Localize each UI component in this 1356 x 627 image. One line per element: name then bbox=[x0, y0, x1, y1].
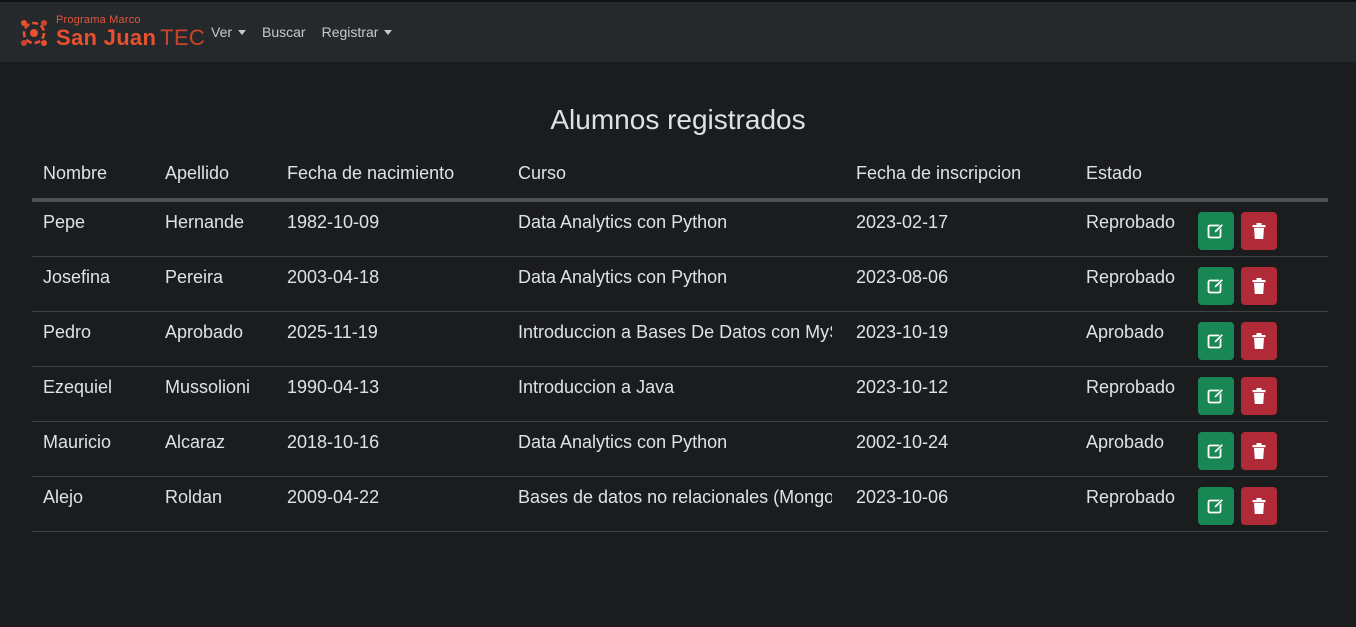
brand-title: San Juan TEC bbox=[56, 27, 205, 49]
edit-button[interactable] bbox=[1198, 487, 1234, 525]
pencil-square-icon bbox=[1207, 278, 1224, 294]
cell-fecha-nacimiento: 2025-11-19 bbox=[287, 322, 378, 342]
table-header: Nombre Apellido Fecha de nacimiento Curs… bbox=[32, 150, 1328, 202]
cell-nombre: Josefina bbox=[43, 267, 111, 287]
header-nombre: Nombre bbox=[43, 163, 108, 183]
brand-logo-link[interactable]: Programa Marco San Juan TEC bbox=[18, 15, 205, 51]
header-fecha-inscripcion: Fecha de inscripcion bbox=[856, 163, 1022, 183]
cell-apellido: Hernande bbox=[165, 212, 245, 232]
pencil-square-icon bbox=[1207, 388, 1224, 404]
trash-icon bbox=[1252, 333, 1266, 349]
delete-button[interactable] bbox=[1241, 322, 1277, 360]
edit-button[interactable] bbox=[1198, 212, 1234, 250]
header-estado: Estado bbox=[1086, 163, 1143, 183]
cell-curso: Bases de datos no relacionales (MongoI bbox=[518, 487, 832, 507]
header-curso: Curso bbox=[518, 163, 567, 183]
header-fecha-nacimiento: Fecha de nacimiento bbox=[287, 163, 455, 183]
nav-buscar-link[interactable]: Buscar bbox=[262, 24, 306, 40]
edit-button[interactable] bbox=[1198, 377, 1234, 415]
cell-estado: Reprobado bbox=[1086, 267, 1176, 287]
cell-fecha-nacimiento: 2009-04-22 bbox=[287, 487, 380, 507]
delete-button[interactable] bbox=[1241, 487, 1277, 525]
brand-logo-icon bbox=[21, 20, 47, 46]
cell-fecha-nacimiento: 2018-10-16 bbox=[287, 432, 380, 452]
brand-title-tec: TEC bbox=[160, 25, 206, 50]
brand-title-main: San Juan bbox=[56, 25, 157, 50]
delete-button[interactable] bbox=[1241, 432, 1277, 470]
cell-fecha-inscripcion: 2023-10-12 bbox=[856, 377, 949, 397]
cell-nombre: Pepe bbox=[43, 212, 86, 232]
cell-curso: Data Analytics con Python bbox=[518, 212, 728, 232]
table-row: Pedro Aprobado 2025-11-19 Introduccion a… bbox=[32, 312, 1328, 367]
nav-registrar-dropdown[interactable]: Registrar bbox=[322, 24, 393, 40]
caret-down-icon bbox=[384, 29, 393, 35]
cell-curso: Introduccion a Bases De Datos con MyS bbox=[518, 322, 832, 342]
cell-apellido: Aprobado bbox=[165, 322, 244, 342]
cell-curso: Data Analytics con Python bbox=[518, 432, 728, 452]
cell-fecha-nacimiento: 1990-04-13 bbox=[287, 377, 380, 397]
edit-button[interactable] bbox=[1198, 432, 1234, 470]
pencil-square-icon bbox=[1207, 443, 1224, 459]
cell-fecha-nacimiento: 1982-10-09 bbox=[287, 212, 380, 232]
table-row: Alejo Roldan 2009-04-22 Bases de datos n… bbox=[32, 477, 1328, 532]
nav-registrar-label: Registrar bbox=[321, 24, 379, 40]
table-row: Mauricio Alcaraz 2018-10-16 Data Analyti… bbox=[32, 422, 1328, 477]
trash-icon bbox=[1252, 223, 1266, 239]
table-row: Ezequiel Mussolioni 1990-04-13 Introducc… bbox=[32, 367, 1328, 422]
delete-button[interactable] bbox=[1241, 377, 1277, 415]
navbar: Programa Marco San Juan TEC Ver Buscar Re… bbox=[0, 0, 1356, 62]
cell-fecha-inscripcion: 2023-08-06 bbox=[856, 267, 949, 287]
trash-icon bbox=[1252, 388, 1266, 404]
cell-fecha-nacimiento: 2003-04-18 bbox=[287, 267, 380, 287]
cell-estado: Reprobado bbox=[1086, 377, 1176, 397]
page-title: Alumnos registrados bbox=[550, 104, 806, 135]
cell-curso: Data Analytics con Python bbox=[518, 267, 728, 287]
cell-apellido: Mussolioni bbox=[165, 377, 251, 397]
edit-button[interactable] bbox=[1198, 322, 1234, 360]
cell-estado: Aprobado bbox=[1086, 322, 1165, 342]
delete-button[interactable] bbox=[1241, 267, 1277, 305]
cell-fecha-inscripcion: 2002-10-24 bbox=[856, 432, 949, 452]
header-apellido: Apellido bbox=[165, 163, 230, 183]
pencil-square-icon bbox=[1207, 333, 1224, 349]
trash-icon bbox=[1252, 498, 1266, 514]
nav-ver-label: Ver bbox=[211, 24, 233, 40]
trash-icon bbox=[1252, 443, 1266, 459]
nav-buscar-label: Buscar bbox=[262, 24, 306, 40]
cell-nombre: Alejo bbox=[43, 487, 84, 507]
cell-fecha-inscripcion: 2023-10-06 bbox=[856, 487, 949, 507]
trash-icon bbox=[1252, 278, 1266, 294]
delete-button[interactable] bbox=[1241, 212, 1277, 250]
table-row: Josefina Pereira 2003-04-18 Data Analyti… bbox=[32, 257, 1328, 312]
cell-estado: Aprobado bbox=[1086, 432, 1165, 452]
cell-nombre: Mauricio bbox=[43, 432, 112, 452]
cell-fecha-inscripcion: 2023-02-17 bbox=[856, 212, 949, 232]
cell-apellido: Pereira bbox=[165, 267, 224, 287]
cell-apellido: Alcaraz bbox=[165, 432, 226, 452]
table-body: Pepe Hernande 1982-10-09 Data Analytics … bbox=[32, 202, 1328, 532]
students-table: Nombre Apellido Fecha de nacimiento Curs… bbox=[32, 150, 1328, 532]
nav-ver-dropdown[interactable]: Ver bbox=[211, 24, 247, 40]
cell-apellido: Roldan bbox=[165, 487, 223, 507]
table-row: Pepe Hernande 1982-10-09 Data Analytics … bbox=[32, 202, 1328, 257]
edit-button[interactable] bbox=[1198, 267, 1234, 305]
cell-estado: Reprobado bbox=[1086, 212, 1176, 232]
cell-fecha-inscripcion: 2023-10-19 bbox=[856, 322, 949, 342]
cell-nombre: Pedro bbox=[43, 322, 92, 342]
cell-curso: Introduccion a Java bbox=[518, 377, 675, 397]
nav-links: Ver Buscar Registrar bbox=[211, 24, 408, 40]
pencil-square-icon bbox=[1207, 498, 1224, 514]
pencil-square-icon bbox=[1207, 223, 1224, 239]
brand-text: Programa Marco San Juan TEC bbox=[56, 15, 205, 49]
caret-down-icon bbox=[238, 29, 247, 35]
cell-nombre: Ezequiel bbox=[43, 377, 113, 397]
cell-estado: Reprobado bbox=[1086, 487, 1176, 507]
